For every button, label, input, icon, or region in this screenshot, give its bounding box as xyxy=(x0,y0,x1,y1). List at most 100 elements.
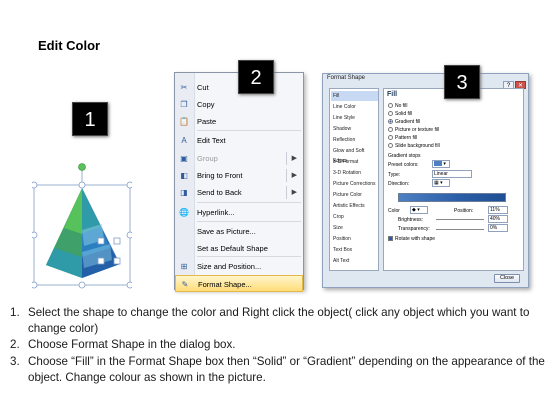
step-text: Choose “Fill” in the Format Shape box th… xyxy=(28,354,545,384)
nav-item-glow-and-soft-edges[interactable]: Glow and Soft Edges xyxy=(331,146,378,164)
submenu-divider xyxy=(286,152,287,165)
menu-item-label: Paste xyxy=(197,117,217,126)
position-input[interactable]: 11% xyxy=(488,206,508,214)
rotate-with-shape-row[interactable]: Rotate with shape xyxy=(388,235,435,243)
color-label: Color xyxy=(388,208,400,214)
fill-option-solid-fill[interactable]: Solid fill xyxy=(388,111,412,118)
bring-front-icon: ◧ xyxy=(180,171,188,180)
nav-item-text-box[interactable]: Text Box xyxy=(331,245,378,255)
radio-button[interactable] xyxy=(388,103,393,109)
menu-item-save-as-picture[interactable]: Save as Picture... xyxy=(175,223,303,240)
brightness-label: Brightness: xyxy=(398,217,424,223)
radio-button[interactable] xyxy=(388,111,393,117)
fill-option-gradient-fill[interactable]: Gradient fill xyxy=(388,119,420,126)
fill-option-slide-background-fill[interactable]: Slide background fill xyxy=(388,143,440,150)
color-picker[interactable]: ◆ ▾ xyxy=(410,206,428,214)
format-shape-dialog: Format Shape ? ✕ Fill Line Color Line Style… xyxy=(322,73,529,288)
step-badge-2: 2 xyxy=(238,60,274,94)
nav-item-picture-color[interactable]: Picture Color xyxy=(331,190,378,200)
menu-item-edit-text[interactable]: A Edit Text xyxy=(175,132,303,149)
position-value: 11% xyxy=(490,207,500,213)
step-number: 2. xyxy=(10,338,20,352)
nav-item-reflection[interactable]: Reflection xyxy=(331,135,378,145)
transparency-value: 0% xyxy=(490,225,498,231)
preset-colors-row: Preset colors: xyxy=(388,161,419,169)
menu-item-label: Save as Picture... xyxy=(197,227,256,236)
rotate-checkbox[interactable] xyxy=(388,236,393,242)
type-row: Type: xyxy=(388,171,400,179)
fill-pane: Fill No fill Solid fill Gradient fill Pictu… xyxy=(383,88,524,271)
radio-button[interactable] xyxy=(388,127,393,133)
chevron-right-icon: ▶ xyxy=(291,172,297,179)
brightness-input[interactable]: 40% xyxy=(488,215,508,223)
nav-item-3-d-rotation[interactable]: 3-D Rotation xyxy=(331,168,378,178)
transparency-slider[interactable] xyxy=(436,229,484,230)
step-number: 1. xyxy=(10,306,20,319)
menu-item-label: Size and Position... xyxy=(197,262,262,271)
nav-item-artistic-effects[interactable]: Artistic Effects xyxy=(331,201,378,211)
fill-option-picture-or-texture-fill[interactable]: Picture or texture fill xyxy=(388,127,439,134)
send-back-icon: ◨ xyxy=(180,188,188,197)
direction-dropdown[interactable]: ▦ ▾ xyxy=(432,179,450,187)
preset-colors-dropdown[interactable]: ▾ xyxy=(432,160,450,168)
menu-separator xyxy=(197,202,301,203)
nav-item-line-color[interactable]: Line Color xyxy=(331,102,378,112)
brightness-slider[interactable] xyxy=(436,219,484,220)
brightness-value: 40% xyxy=(490,216,501,222)
page-title: Edit Color xyxy=(38,38,101,53)
type-dropdown[interactable]: Linear xyxy=(432,170,472,178)
nav-item-picture-corrections[interactable]: Picture Corrections xyxy=(331,179,378,189)
pyramid-shape[interactable] xyxy=(30,160,134,290)
position-label: Position: xyxy=(454,208,474,214)
menu-item-hyperlink[interactable]: 🌐 Hyperlink... xyxy=(175,204,303,221)
step-number: 3. xyxy=(10,354,20,368)
direction-row: Direction: xyxy=(388,180,409,188)
submenu-divider xyxy=(286,169,287,182)
type-value: Linear xyxy=(434,171,448,177)
fill-option-label: Solid fill xyxy=(395,111,413,117)
radio-button[interactable] xyxy=(388,119,393,125)
scissors-icon: ✂ xyxy=(180,83,188,92)
nav-item-shadow[interactable]: Shadow xyxy=(331,124,378,134)
brightness-row: Brightness: xyxy=(398,216,423,224)
nav-item-3-d-format[interactable]: 3-D Format xyxy=(331,157,378,167)
radio-button[interactable] xyxy=(388,143,393,149)
menu-item-label: Bring to Front xyxy=(197,171,243,180)
menu-item-label: Format Shape... xyxy=(198,280,252,289)
menu-separator xyxy=(197,221,301,222)
menu-item-paste[interactable]: 📋 Paste xyxy=(175,113,303,130)
menu-item-format-shape[interactable]: ✎ Format Shape... xyxy=(175,275,303,292)
nav-item-crop[interactable]: Crop xyxy=(331,212,378,222)
radio-button[interactable] xyxy=(388,135,393,141)
menu-item-bring-to-front[interactable]: ◧ Bring to Front ▶ xyxy=(175,167,303,184)
fill-option-label: Pattern fill xyxy=(395,135,418,141)
transparency-label: Transparency: xyxy=(398,226,430,232)
nav-item-alt-text[interactable]: Alt Text xyxy=(331,256,378,266)
chevron-right-icon: ▶ xyxy=(291,189,297,196)
nav-item-position[interactable]: Position xyxy=(331,234,378,244)
pane-title: Fill xyxy=(387,91,398,98)
fill-option-no-fill[interactable]: No fill xyxy=(388,103,408,110)
nav-item-size[interactable]: Size xyxy=(331,223,378,233)
menu-item-label: Cut xyxy=(197,83,209,92)
menu-item-copy[interactable]: ❐ Copy xyxy=(175,96,303,113)
nav-item-fill[interactable]: Fill xyxy=(331,91,378,102)
menu-item-size-and-position[interactable]: ⊞ Size and Position... xyxy=(175,258,303,275)
pyramid-graphic xyxy=(30,163,134,289)
preset-colors-label: Preset colors: xyxy=(388,162,419,168)
close-button[interactable]: Close xyxy=(494,274,520,283)
instruction-list: 1. Select the shape to change the color a… xyxy=(10,305,555,386)
fill-option-label: Gradient fill xyxy=(395,119,421,125)
transparency-input[interactable]: 0% xyxy=(488,224,508,232)
menu-item-set-as-default-shape[interactable]: Set as Default Shape xyxy=(175,240,303,257)
gradient-stops-label: Gradient stops xyxy=(388,153,421,159)
menu-item-label: Edit Text xyxy=(197,136,226,145)
format-shape-icon: ✎ xyxy=(181,280,189,289)
instruction-step: 3. Choose “Fill” in the Format Shape box … xyxy=(10,354,555,386)
menu-item-group[interactable]: ▣ Group ▶ xyxy=(175,150,303,167)
menu-item-send-to-back[interactable]: ◨ Send to Back ▶ xyxy=(175,184,303,201)
fill-option-pattern-fill[interactable]: Pattern fill xyxy=(388,135,417,142)
gradient-stops-bar[interactable] xyxy=(398,193,506,202)
nav-item-line-style[interactable]: Line Style xyxy=(331,113,378,123)
copy-icon: ❐ xyxy=(180,100,188,109)
